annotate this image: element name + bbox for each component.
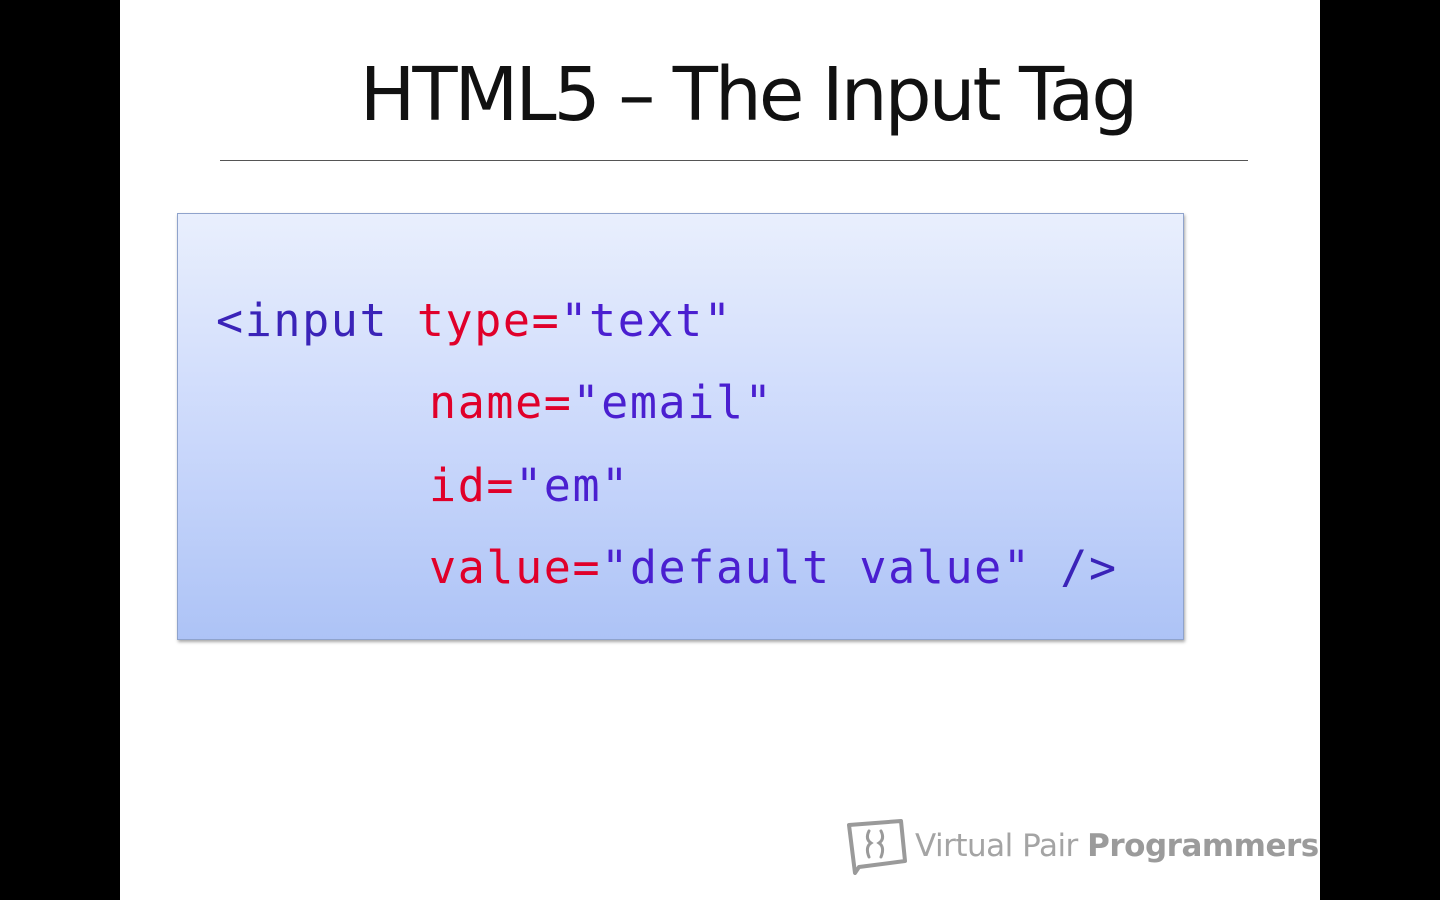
code-equals: = [572,541,602,594]
code-attr-id: id [429,459,487,512]
letterbox-right [1320,0,1440,900]
code-sample-box: <input type="text" name="email" id="em" … [177,213,1184,640]
presentation-slide: HTML5 – The Input Tag <input type="text"… [120,0,1320,900]
code-attr-value: value [429,541,573,594]
letterbox-left [0,0,120,900]
code-equals: = [531,294,561,347]
code-line-2: name="email" [429,380,773,425]
brand-name: Virtual Pair Programmers [915,828,1319,864]
code-attr-name: name [429,376,544,429]
code-equals: = [486,459,516,512]
code-value-type: "text" [560,294,733,347]
speech-bubbles-logo-icon [847,819,907,875]
code-line-3: id="em" [429,463,630,508]
slide-title: HTML5 – The Input Tag [359,52,1139,138]
brand-name-bold: Programmers [1087,828,1319,864]
code-tag-open: <input [216,294,389,347]
code-attr-type: type [416,294,532,347]
brand-watermark: Virtual Pair Programmers [845,815,1319,877]
code-tag-close: /> [1060,541,1118,594]
code-value-value: "default value" [601,541,1032,594]
title-divider [220,160,1248,161]
brand-name-light: Virtual Pair [915,828,1088,864]
code-value-id: "em" [515,459,630,512]
code-line-4: value="default value" /> [429,545,1118,590]
code-equals: = [543,376,573,429]
code-value-name: "email" [572,376,774,429]
code-line-1: <input type="text" [216,298,733,343]
